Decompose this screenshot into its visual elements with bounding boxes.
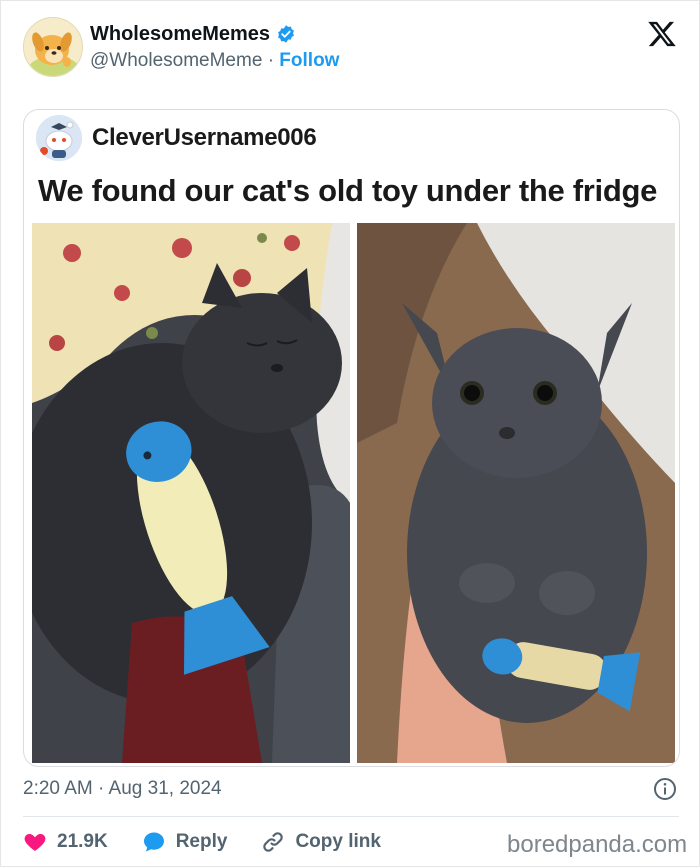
follow-button[interactable]: Follow — [279, 50, 339, 71]
copy-link-button[interactable]: Copy link — [261, 830, 381, 854]
like-button[interactable]: 21.9K — [23, 830, 108, 854]
sleeping-cat-with-fish-toy-photo — [32, 223, 350, 763]
verified-badge-icon — [278, 25, 294, 43]
reply-button[interactable]: Reply — [142, 830, 228, 854]
action-bar: 21.9K Reply Copy link — [23, 827, 415, 857]
link-icon — [263, 832, 284, 852]
boredpanda-watermark: boredpanda.com — [507, 831, 688, 858]
post-caption: We found our cat's old toy under the fri… — [38, 173, 658, 208]
handle-row: @WholesomeMeme · Follow — [90, 49, 339, 73]
copy-link-label: Copy link — [295, 831, 381, 852]
footer-divider — [23, 816, 679, 817]
post-timestamp[interactable]: 2:20 AM · Aug 31, 2024 — [23, 777, 222, 801]
handle-separator: · — [267, 50, 275, 71]
reply-label: Reply — [175, 831, 228, 852]
heart-icon — [24, 834, 46, 851]
display-name[interactable]: WholesomeMemes — [90, 22, 270, 46]
cat-held-in-arm-with-fish-toy-photo — [357, 223, 675, 763]
like-count: 21.9K — [57, 831, 108, 852]
embedded-post-image[interactable]: CleverUsername006 We found our cat's old… — [23, 109, 680, 767]
shiba-dog-avatar-icon — [24, 18, 82, 76]
reddit-username: CleverUsername006 — [92, 124, 317, 151]
profile-avatar[interactable] — [23, 17, 83, 77]
x-logo-icon[interactable] — [647, 19, 677, 49]
tweet-card: WholesomeMemes @WholesomeMeme · Follow C… — [0, 0, 700, 867]
reply-bubble-icon — [143, 832, 164, 852]
display-name-row[interactable]: WholesomeMemes — [90, 22, 296, 46]
info-icon[interactable] — [653, 777, 677, 801]
reddit-snoo-avatar-icon — [36, 115, 82, 161]
user-handle[interactable]: @WholesomeMeme — [90, 50, 262, 71]
